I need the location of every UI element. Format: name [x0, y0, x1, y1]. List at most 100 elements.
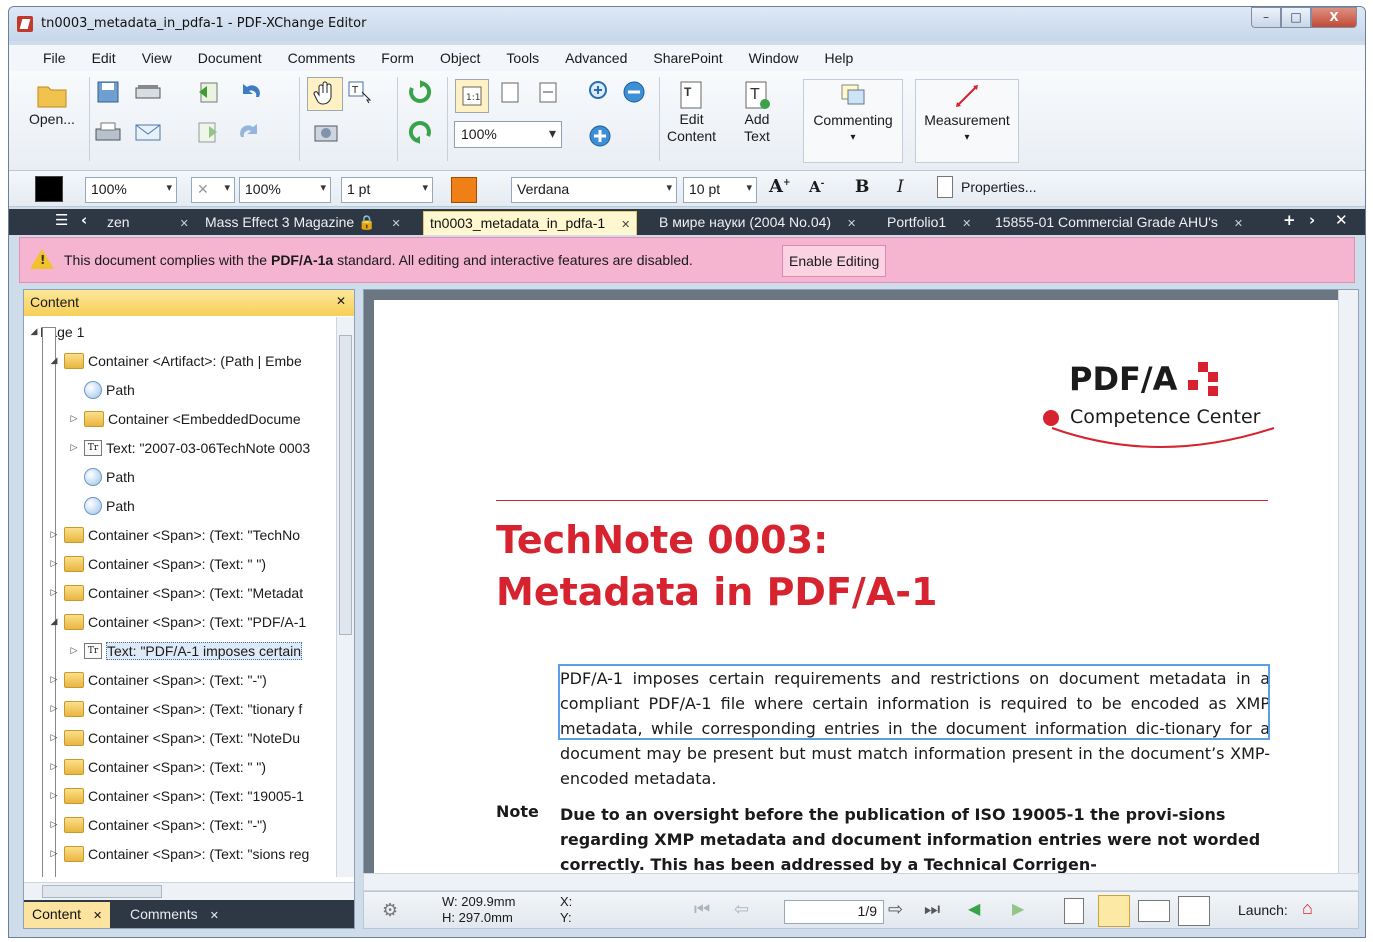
- decrease-font-icon[interactable]: A-: [809, 178, 824, 196]
- menu-file[interactable]: File: [43, 50, 66, 66]
- tree-vertical-scrollbar[interactable]: [336, 317, 354, 877]
- tree-item[interactable]: ▷ Container <Span>: (Text: " "): [48, 752, 266, 781]
- tab-zen[interactable]: zen ✕: [101, 211, 195, 235]
- tab-list-icon[interactable]: ☰: [55, 211, 68, 229]
- first-page-icon[interactable]: ⏮: [694, 899, 710, 920]
- maximize-button[interactable]: □: [1281, 7, 1311, 28]
- tab-portfolio1[interactable]: Portfolio1 ✕: [881, 211, 977, 235]
- stroke-opacity-combo[interactable]: 100% ▾: [239, 177, 331, 203]
- stroke-color-combo[interactable]: ✕ ▾: [191, 177, 235, 203]
- zoom-plus-icon[interactable]: [587, 123, 613, 149]
- fill-opacity-combo[interactable]: 100% ▾: [85, 177, 177, 203]
- tree-item[interactable]: ▷ Tr Text: "2007-03-06TechNote 0003: [68, 433, 310, 462]
- menu-advanced[interactable]: Advanced: [565, 50, 627, 66]
- fit-page-icon[interactable]: [497, 79, 523, 105]
- rotate-clockwise-icon[interactable]: [407, 79, 433, 105]
- email-icon[interactable]: [135, 119, 161, 145]
- menu-edit[interactable]: Edit: [92, 50, 116, 66]
- zoom-in-icon[interactable]: [587, 79, 613, 105]
- save-icon[interactable]: [95, 79, 121, 105]
- redo-icon[interactable]: [237, 119, 263, 145]
- panel-tab-comments[interactable]: Comments ✕: [122, 902, 227, 928]
- tab-tn0003[interactable]: tn0003_metadata_in_pdfa-1 ✕: [423, 211, 638, 235]
- tree-item[interactable]: Path: [80, 491, 135, 520]
- fit-width-icon[interactable]: [535, 79, 561, 105]
- last-page-icon[interactable]: ⏭: [924, 899, 940, 920]
- line-width-combo[interactable]: 1 pt ▾: [341, 177, 433, 203]
- properties-button[interactable]: Properties...: [937, 176, 1036, 198]
- close-panel-icon[interactable]: ✕: [336, 294, 346, 308]
- tree-item[interactable]: ▷ Container <Span>: (Text: "-"): [48, 810, 267, 839]
- undo-icon[interactable]: [237, 79, 263, 105]
- edit-content-button[interactable]: T Edit Content: [667, 79, 716, 145]
- rotate-counterclockwise-icon[interactable]: [407, 119, 433, 145]
- facing-pages-icon[interactable]: [1138, 900, 1170, 922]
- enable-editing-button[interactable]: Enable Editing: [782, 245, 887, 277]
- forward-view-icon[interactable]: ▶: [1012, 899, 1024, 919]
- tab-scroll-right-icon[interactable]: ›: [1309, 211, 1315, 229]
- font-combo[interactable]: Verdana ▾: [511, 177, 677, 203]
- tree-item[interactable]: ▷ Container <EmbeddedDocume: [68, 404, 301, 433]
- increase-font-icon[interactable]: A+: [769, 176, 791, 197]
- tab-v-mire-nauki[interactable]: В мире науки (2004 No.04) ✕: [653, 211, 862, 235]
- pdf-launch-icon[interactable]: ⌂: [1302, 898, 1313, 919]
- tree-item[interactable]: Path: [80, 462, 135, 491]
- tree-item[interactable]: ▷ Container <Span>: (Text: "NoteDu: [48, 723, 300, 752]
- tree-horizontal-scrollbar[interactable]: [24, 882, 354, 900]
- minimize-button[interactable]: –: [1251, 7, 1281, 28]
- snapshot-icon[interactable]: [313, 119, 339, 145]
- tree-item[interactable]: ▷ Container <Span>: (Text: "TechNo: [48, 520, 300, 549]
- menu-form[interactable]: Form: [381, 50, 414, 66]
- tree-item[interactable]: ▷ Container <Span>: (Text: "-"): [48, 665, 267, 694]
- continuous-facing-icon[interactable]: [1178, 896, 1210, 926]
- tree-item[interactable]: ◢ Container <Artifact>: (Path | Embe: [48, 346, 302, 375]
- tree-item[interactable]: ▷ Container <Span>: (Text: "sions reg: [48, 839, 309, 868]
- menu-comments[interactable]: Comments: [288, 50, 356, 66]
- settings-gear-icon[interactable]: ⚙: [382, 900, 398, 921]
- document-vertical-scrollbar[interactable]: [1338, 290, 1358, 888]
- tree-item[interactable]: ▷ Container <Span>: (Text: "tionary f: [48, 694, 302, 723]
- close-button[interactable]: X: [1311, 7, 1357, 28]
- font-size-combo[interactable]: 10 pt ▾: [683, 177, 757, 203]
- zoom-out-icon[interactable]: [621, 79, 647, 105]
- bold-icon[interactable]: B: [855, 177, 869, 197]
- tab-scroll-left-icon[interactable]: ‹: [81, 211, 87, 229]
- scan-icon[interactable]: [135, 79, 161, 105]
- menu-document[interactable]: Document: [198, 50, 262, 66]
- commenting-button[interactable]: Commenting ▾: [803, 79, 903, 163]
- tree-item-selected[interactable]: ▷ Tr Text: "PDF/A-1 imposes certain: [68, 636, 303, 665]
- page-number-field[interactable]: 1/9: [784, 900, 884, 924]
- tree-item[interactable]: ▷ Container <Span>: (Text: "19005-1: [48, 781, 304, 810]
- menu-sharepoint[interactable]: SharePoint: [653, 50, 722, 66]
- text-color-swatch[interactable]: [451, 177, 477, 203]
- add-text-button[interactable]: T Add Text: [741, 79, 773, 145]
- zoom-field[interactable]: 100%: [454, 121, 562, 148]
- previous-page-icon[interactable]: ⇦: [734, 899, 749, 920]
- tree-item[interactable]: ▷ Container <Span>: (Text: "Metadat: [48, 578, 303, 607]
- open-button[interactable]: Open...: [29, 79, 75, 128]
- document-horizontal-scrollbar[interactable]: [363, 873, 1359, 891]
- tab-15855[interactable]: 15855-01 Commercial Grade AHU's ✕: [989, 211, 1249, 235]
- actual-size-icon[interactable]: 1:1: [455, 79, 489, 113]
- hand-tool-icon[interactable]: [307, 77, 343, 111]
- tree-item[interactable]: ▷ Container <Span>: (Text: " "): [48, 549, 266, 578]
- italic-icon[interactable]: I: [897, 177, 904, 197]
- selection-box[interactable]: [558, 664, 1270, 740]
- select-text-icon[interactable]: T: [347, 79, 373, 105]
- back-view-icon[interactable]: ◀: [968, 899, 980, 919]
- document-view[interactable]: PDF/A Competence Center TechNote 0003: M…: [363, 289, 1359, 888]
- tree-item[interactable]: Path: [80, 375, 135, 404]
- panel-tab-content[interactable]: Content ✕: [24, 902, 111, 928]
- measurement-button[interactable]: Measurement ▾: [915, 79, 1019, 163]
- tree-item[interactable]: ◢ Container <Span>: (Text: "PDF/A-1: [48, 607, 306, 636]
- menu-object[interactable]: Object: [440, 50, 480, 66]
- new-tab-icon[interactable]: +: [1283, 211, 1296, 229]
- menu-view[interactable]: View: [142, 50, 172, 66]
- menu-help[interactable]: Help: [824, 50, 853, 66]
- forward-view-icon[interactable]: [195, 119, 221, 145]
- print-icon[interactable]: [95, 119, 121, 145]
- menu-tools[interactable]: Tools: [506, 50, 539, 66]
- fill-color-swatch[interactable]: [35, 176, 63, 202]
- single-page-icon[interactable]: [1064, 898, 1084, 924]
- close-tab-icon[interactable]: ✕: [1335, 211, 1348, 229]
